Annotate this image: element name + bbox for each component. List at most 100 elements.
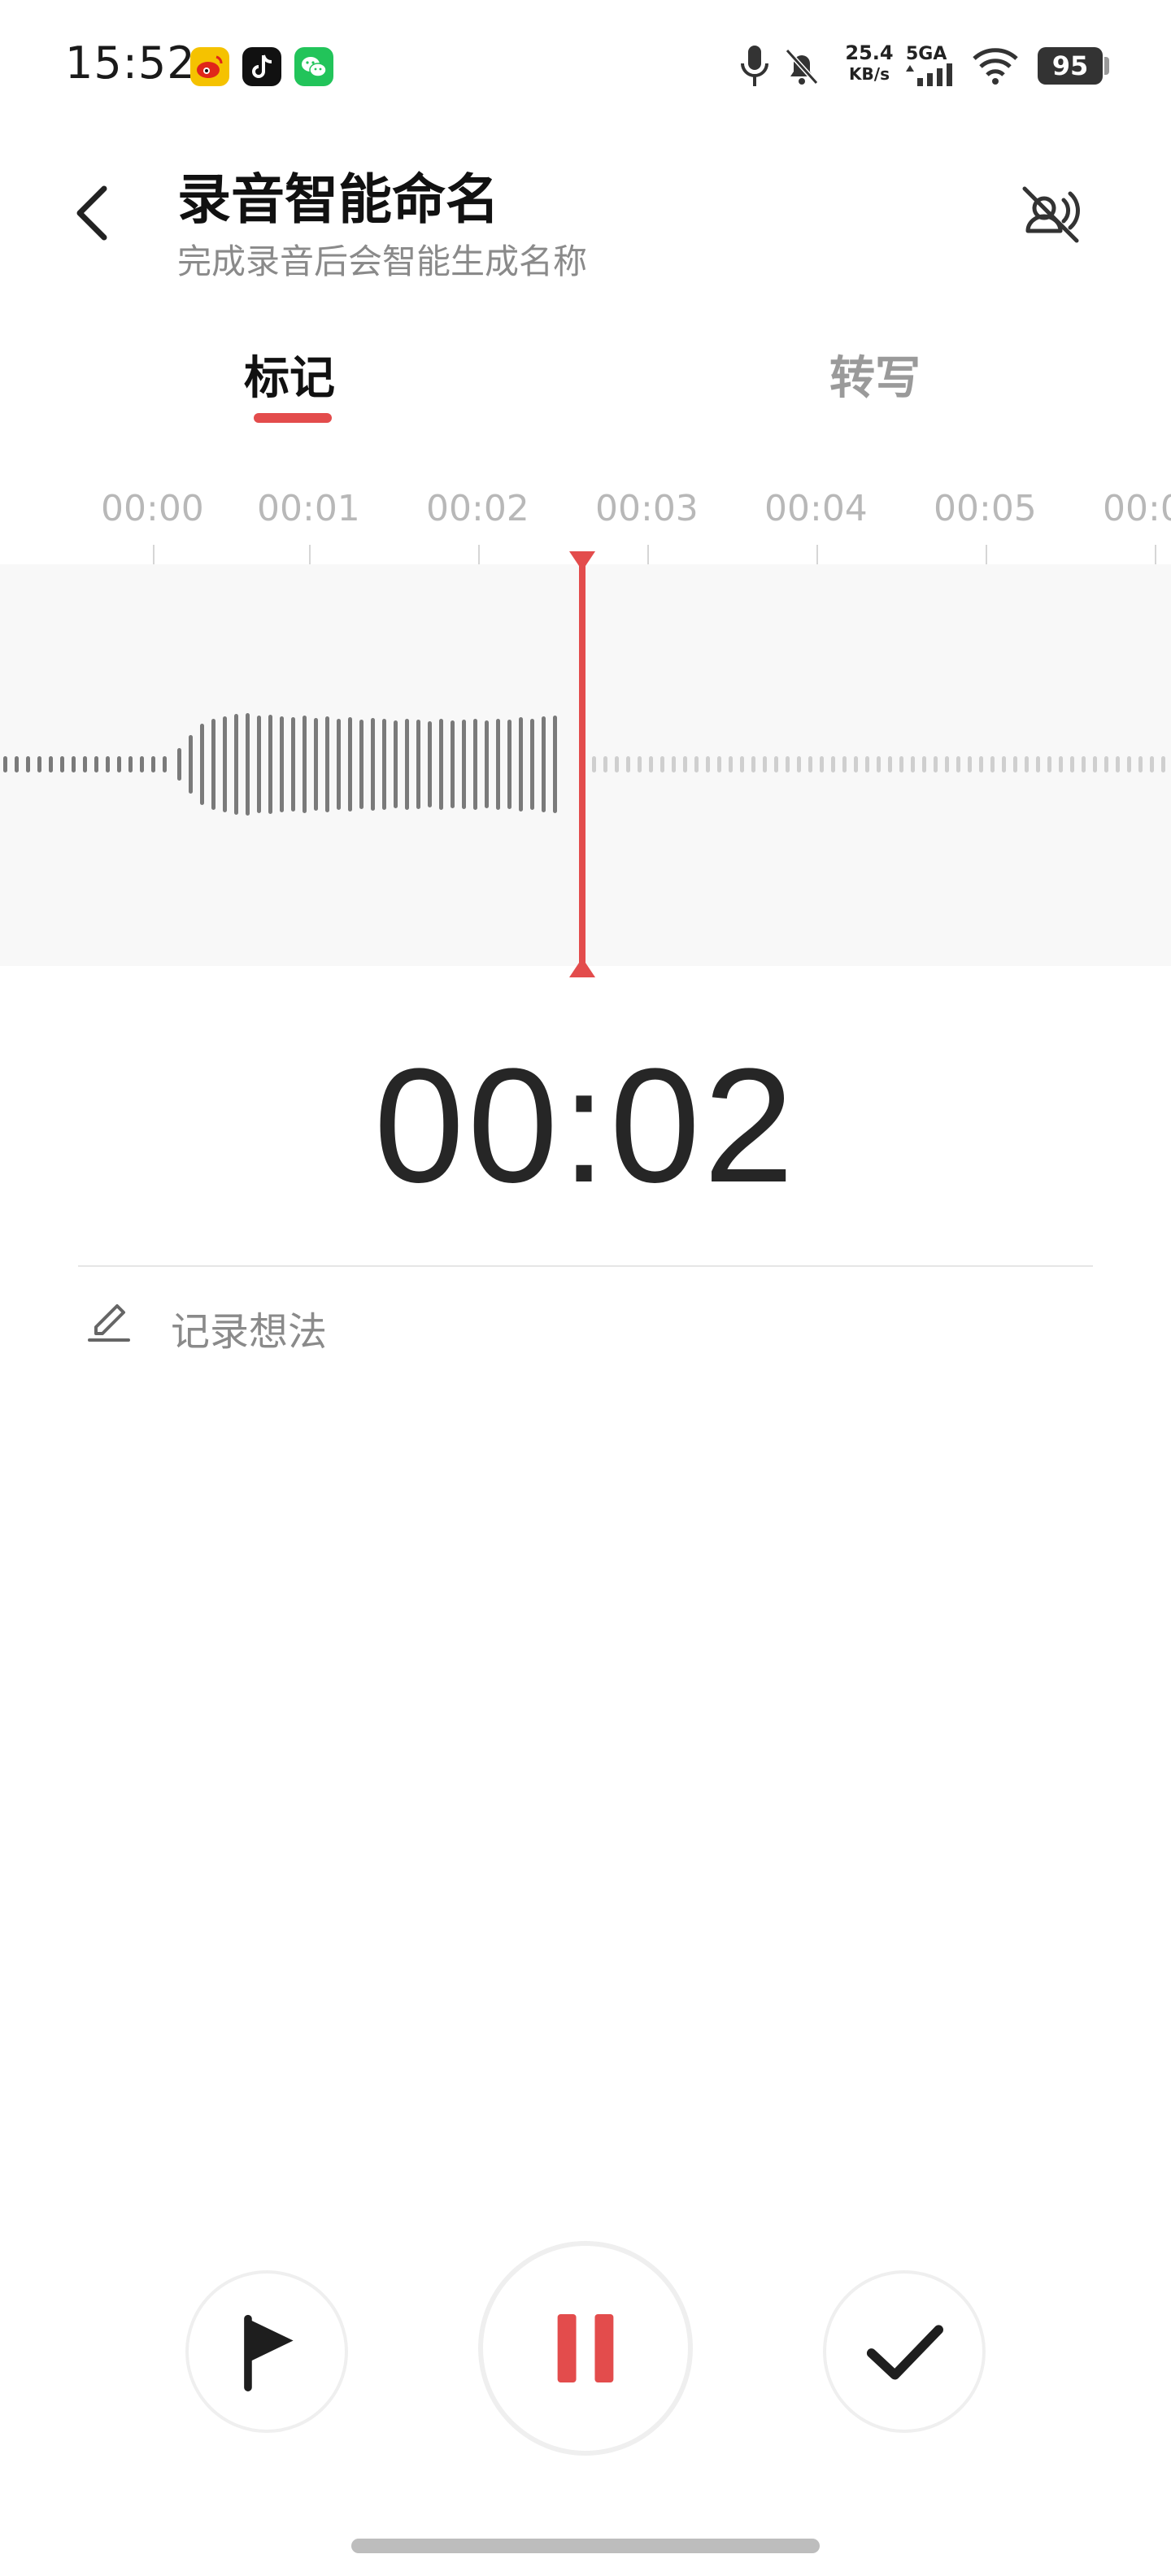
home-indicator[interactable] (351, 2539, 820, 2553)
waveform-bar (672, 756, 676, 772)
waveform-bar (140, 756, 144, 772)
pause-button[interactable] (478, 2241, 693, 2456)
waveform-bar (462, 720, 466, 809)
waveform-bar (200, 724, 204, 805)
waveform-bar (808, 756, 812, 772)
waveform-bar (439, 719, 443, 810)
status-time: 15:52 (65, 37, 196, 89)
waveform-bar (729, 756, 733, 772)
waveform-bar (428, 721, 432, 807)
waveform-bar (416, 720, 420, 809)
waveform-bar (26, 756, 30, 772)
waveform-bar (1082, 756, 1086, 772)
battery-icon: 95 (1038, 47, 1103, 85)
speaker-toggle-button[interactable] (1016, 181, 1085, 249)
waveform-bar (626, 756, 630, 772)
playhead-line[interactable] (579, 556, 586, 974)
page-title: 录音智能命名 (177, 168, 499, 231)
waveform-bar (542, 716, 546, 812)
weibo-app-icon (190, 47, 229, 86)
waveform-bar (956, 756, 960, 772)
waveform-bar (831, 756, 835, 772)
tick-label: 00:02 (426, 488, 529, 529)
waveform-bar (507, 720, 511, 809)
wechat-app-icon (294, 47, 333, 86)
bell-off-icon (782, 46, 821, 88)
done-button[interactable] (823, 2270, 986, 2433)
waveform-bar (394, 720, 398, 808)
waveform-bar (1059, 756, 1063, 772)
waveform-bar (211, 719, 215, 810)
check-icon (866, 2325, 943, 2380)
waveform-bar (291, 717, 295, 812)
waveform (3, 713, 1165, 816)
waveform-bar (774, 756, 778, 772)
waveform-bar (325, 716, 329, 812)
back-button[interactable] (68, 177, 117, 249)
waveform-bar (717, 756, 721, 772)
waveform-bar (1127, 756, 1131, 772)
tab-transcribe[interactable]: 转写 (829, 342, 921, 407)
waveform-bar (15, 756, 19, 772)
waveform-bar (382, 719, 386, 810)
waveform-bar (371, 718, 375, 811)
waveform-bar (117, 756, 121, 772)
waveform-bar (1070, 756, 1074, 772)
waveform-bar (877, 756, 881, 772)
waveform-bar (888, 756, 892, 772)
waveform-bar (348, 717, 352, 812)
playhead-top-marker (569, 551, 595, 571)
waveform-bar (1002, 756, 1006, 772)
page-subtitle: 完成录音后会智能生成名称 (177, 242, 588, 281)
waveform-bar (553, 716, 557, 813)
flag-button[interactable] (185, 2270, 348, 2433)
tick-label: 00:05 (934, 488, 1037, 529)
waveform-bar (530, 719, 534, 810)
waveform-bar (496, 719, 500, 810)
waveform-bar (268, 715, 272, 814)
tiktok-app-icon (242, 47, 281, 86)
waveform-bar (694, 756, 699, 772)
net-speed-unit: KB/s (849, 64, 890, 84)
waveform-bar (1047, 756, 1051, 772)
waveform-bar (1150, 756, 1154, 772)
signal-icon (904, 63, 958, 86)
battery-tip (1104, 57, 1109, 75)
waveform-bar (1138, 756, 1143, 772)
waveform-bar (60, 756, 64, 772)
waveform-bar (854, 756, 858, 772)
waveform-bar (603, 756, 607, 772)
waveform-bar (865, 756, 869, 772)
waveform-bar (106, 756, 110, 772)
waveform-bar (1036, 756, 1040, 772)
tick-label: 00:04 (764, 488, 868, 529)
waveform-bar (763, 756, 767, 772)
waveform-bar (83, 756, 87, 772)
waveform-bar (223, 716, 227, 812)
tick-label: 00:06 (1103, 488, 1171, 529)
waveform-bar (163, 756, 167, 772)
waveform-bar (128, 756, 133, 772)
tab-mark[interactable]: 标记 (244, 342, 335, 407)
network-type: 5GA (906, 44, 947, 64)
waveform-bar (979, 756, 983, 772)
waveform-bar (968, 756, 972, 772)
waveform-bar (519, 717, 523, 812)
waveform-bar (1025, 756, 1029, 772)
speaker-off-icon (1022, 186, 1080, 243)
waveform-bar (911, 756, 915, 772)
waveform-area[interactable] (0, 564, 1171, 966)
waveform-bar (485, 720, 489, 808)
waveform-bar (189, 735, 193, 794)
tick-label: 00:00 (101, 488, 204, 529)
waveform-bar (177, 748, 181, 781)
recorder-screen: 15:52 25.4 KB/s 5GA 95 录音智能命名 完成录音后会智能生成… (0, 0, 1171, 2576)
elapsed-timer: 00:02 (373, 1035, 798, 1216)
waveform-bar (592, 756, 596, 772)
waveform-bar (945, 756, 949, 772)
waveform-bar (405, 719, 409, 810)
waveform-bar (649, 756, 653, 772)
waveform-bar (615, 756, 619, 772)
net-speed-value: 25.4 (845, 41, 894, 64)
waveform-bar (1161, 756, 1165, 772)
